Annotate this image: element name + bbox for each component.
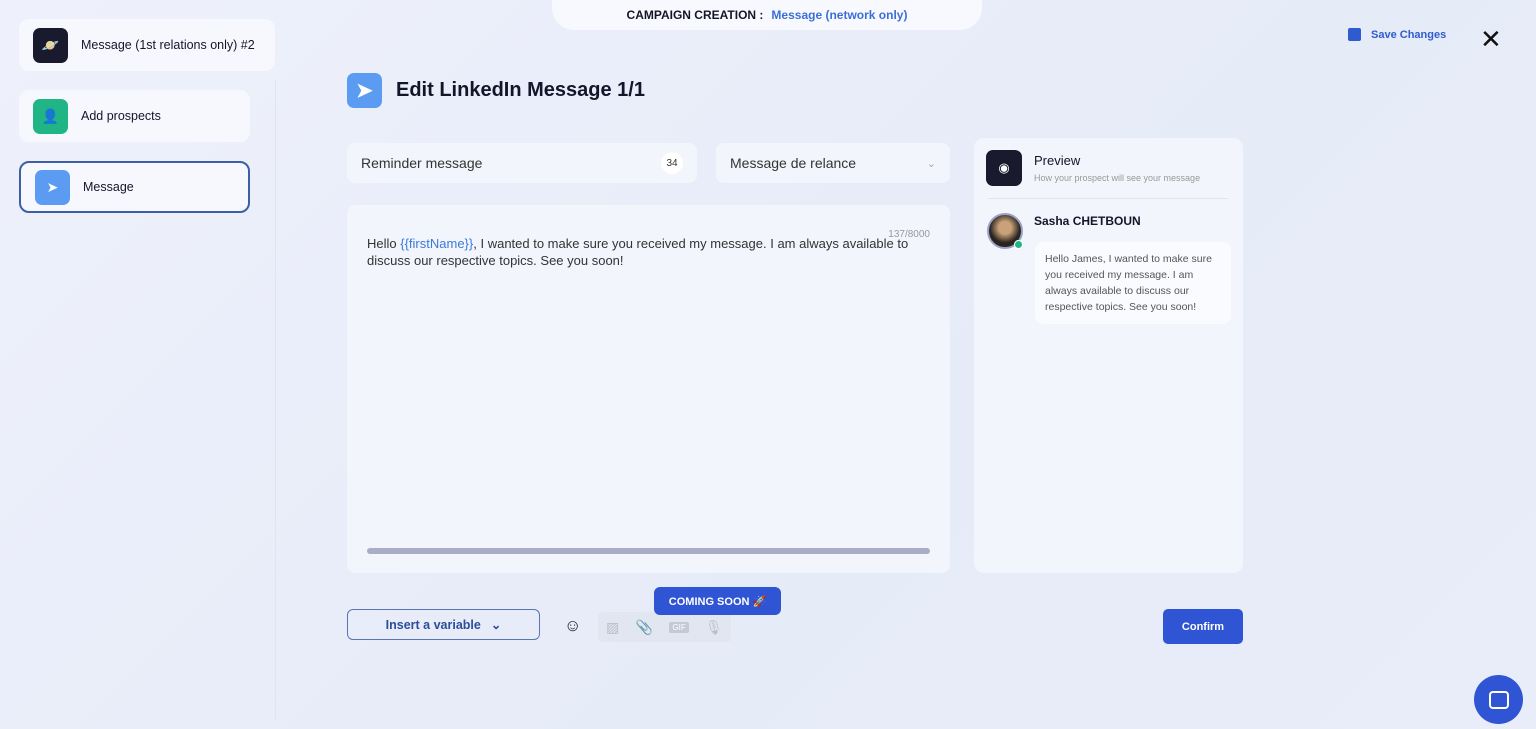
confirm-button[interactable]: Confirm [1163, 609, 1243, 644]
chevron-down-icon: ⌄ [926, 157, 936, 170]
coming-soon-badge: COMING SOON 🚀 [654, 587, 781, 615]
template-select[interactable]: Message de relance ⌄ [716, 143, 950, 183]
preview-divider [988, 198, 1228, 199]
close-icon[interactable]: ✕ [1480, 24, 1502, 55]
preview-subtitle: How your prospect will see your message [1034, 173, 1201, 183]
template-select-value: Message de relance [730, 155, 857, 171]
char-count-badge: 34 [661, 152, 683, 174]
preview-panel: ◉ Preview How your prospect will see you… [974, 138, 1243, 573]
emoji-icon[interactable]: ☺ [564, 616, 581, 636]
sidebar-item-label: Add prospects [81, 109, 161, 123]
insert-variable-label: Insert a variable [385, 617, 481, 632]
campaign-banner: CAMPAIGN CREATION : Message (network only… [552, 0, 982, 30]
preview-sender-name: Sasha CHETBOUN [1034, 214, 1141, 228]
chevron-down-icon: ⌄ [490, 618, 502, 632]
online-status-dot [1014, 240, 1023, 249]
sidebar-divider [275, 80, 276, 720]
sidebar-item-message[interactable]: ➤ Message [19, 161, 250, 213]
avatar [987, 213, 1023, 249]
message-name-value: Reminder message [361, 155, 483, 171]
attachment-tools-disabled: ▨ 📎 GIF 🎙 [598, 612, 731, 642]
paperclip-icon: 📎 [635, 618, 654, 635]
microphone-icon: 🎙 [705, 618, 723, 635]
sidebar-item-add-prospects[interactable]: 👤 Add prospects [19, 90, 250, 142]
editor-variable: {{firstName}} [400, 236, 474, 251]
send-icon: ➤ [347, 73, 382, 108]
sidebar-item-label: Message [83, 180, 134, 194]
send-icon: ➤ [35, 169, 70, 205]
save-changes-button[interactable]: Save Changes [1348, 28, 1446, 41]
save-label: Save Changes [1371, 28, 1447, 41]
insert-variable-button[interactable]: Insert a variable ⌄ [347, 609, 540, 640]
chat-icon [1488, 690, 1509, 709]
message-name-input[interactable]: Reminder message 34 [347, 143, 697, 183]
chat-support-button[interactable] [1474, 675, 1523, 724]
editor-scrollbar[interactable] [367, 548, 930, 554]
user-plus-icon: 👤 [33, 98, 68, 134]
banner-label: CAMPAIGN CREATION : [626, 8, 764, 22]
preview-title: Preview [1034, 153, 1081, 168]
message-editor[interactable]: 137/8000 Hello {{firstName}}, I wanted t… [347, 205, 950, 573]
page-title-text: Edit LinkedIn Message 1/1 [396, 79, 645, 101]
floppy-icon [1348, 28, 1361, 41]
sidebar-item-label: Message (1st relations only) #2 [81, 38, 255, 52]
editor-text: Hello [367, 236, 401, 251]
banner-value: Message (network only) [771, 8, 908, 22]
gif-icon: GIF [669, 621, 689, 633]
image-icon: ▨ [606, 618, 620, 635]
eye-icon: ◉ [986, 150, 1022, 186]
sidebar-item-message-1st[interactable]: 🪐 Message (1st relations only) #2 [19, 19, 275, 71]
preview-message-bubble: Hello James, I wanted to make sure you r… [1035, 242, 1231, 324]
page-title: ➤ Edit LinkedIn Message 1/1 [347, 73, 645, 108]
editor-char-counter: 137/8000 [888, 229, 930, 240]
planet-icon: 🪐 [33, 27, 68, 63]
